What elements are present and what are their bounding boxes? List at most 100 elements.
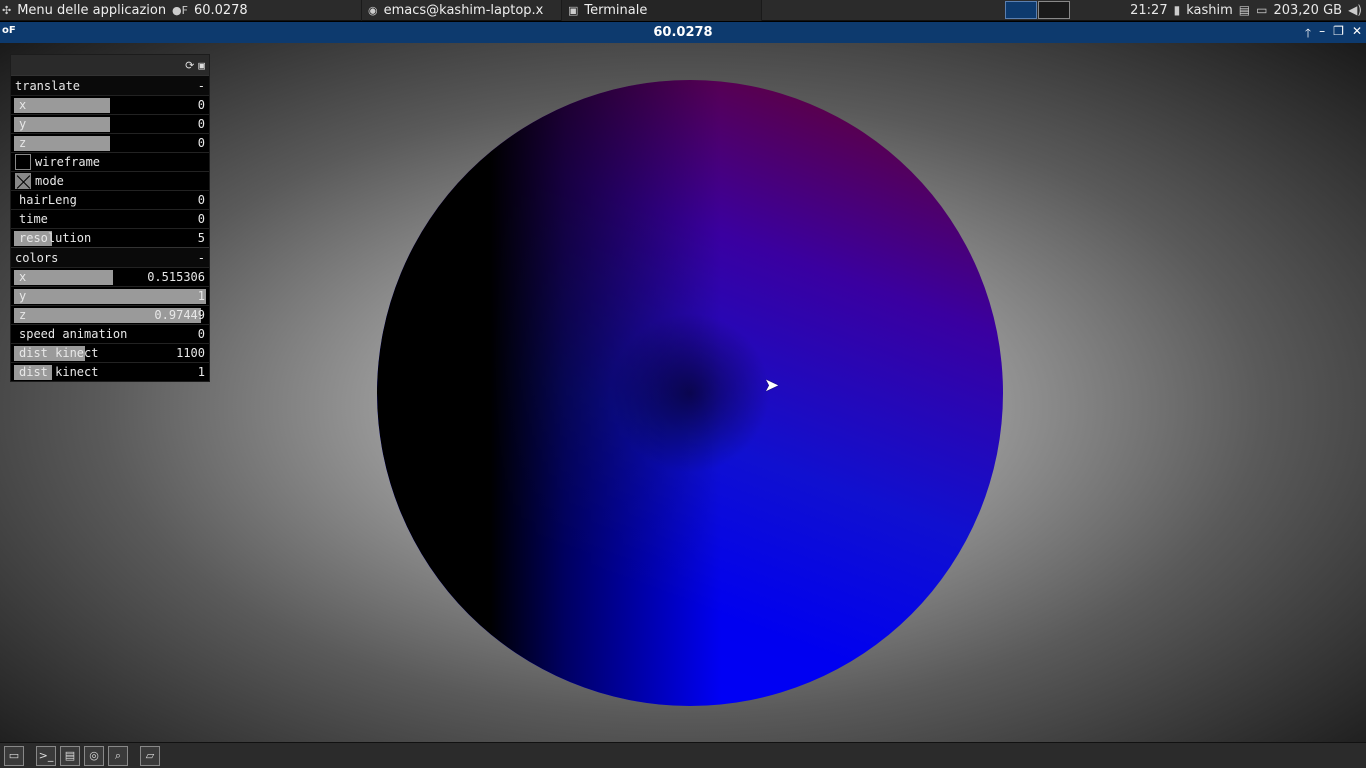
slider-fill xyxy=(14,289,206,304)
slider-label: speed animation xyxy=(19,327,128,341)
window-title: 60.0278 xyxy=(653,25,713,40)
volume-icon[interactable]: ◀) xyxy=(1348,3,1362,17)
user-name[interactable]: kashim xyxy=(1186,3,1233,18)
window-app-icon[interactable]: oF xyxy=(2,25,16,36)
slider-colors-y[interactable]: y 1 xyxy=(11,286,209,305)
slider-hairleng[interactable]: hairLeng 0 xyxy=(11,190,209,209)
slider-fill xyxy=(14,98,110,113)
browser-launcher-icon[interactable]: ◎ xyxy=(84,745,104,766)
slider-value: 0 xyxy=(197,117,205,131)
emacs-icon: ◉ xyxy=(368,3,378,17)
slider-fill xyxy=(14,270,113,285)
slider-value: 5 xyxy=(197,231,205,245)
slider-value: 1 xyxy=(197,365,205,379)
slider-fill xyxy=(14,136,110,151)
sphere-shading xyxy=(377,80,1003,706)
gui-panel: ⟳ ▣ translate - x 0 y 0 z 0 wireframe mo… xyxy=(10,54,210,382)
workspace-2[interactable] xyxy=(1038,1,1071,19)
close-icon[interactable]: ✕ xyxy=(1352,24,1362,45)
slider-value: 0.515306 xyxy=(147,270,205,284)
gui-panel-header[interactable]: ⟳ ▣ xyxy=(11,55,209,75)
slider-label: dist kinect xyxy=(19,346,99,360)
slider-label: hairLeng xyxy=(19,193,77,207)
slider-colors-x[interactable]: x 0.515306 xyxy=(11,267,209,286)
slider-label: z xyxy=(19,136,27,150)
toggle-label: mode xyxy=(35,174,64,188)
disk-free-space[interactable]: 203,20 GB xyxy=(1273,3,1342,18)
hairy-sphere-render xyxy=(377,80,1003,706)
slider-speed-animation[interactable]: speed animation 0 xyxy=(11,324,209,343)
mouse-cursor-icon: ➤ xyxy=(764,375,780,396)
workspace-1[interactable] xyxy=(1005,1,1038,19)
slider-translate-x[interactable]: x 0 xyxy=(11,95,209,114)
top-taskbar: ✣ Menu delle applicazioni ●F 60.0278 ◉ e… xyxy=(0,0,1366,21)
slider-label: dist kinect xyxy=(19,365,99,379)
window-titlebar[interactable]: oF 60.0278 🡑 – ❐ ✕ xyxy=(0,22,1366,43)
slider-colors-z[interactable]: z 0.97449 xyxy=(11,305,209,324)
taskbar-window-of[interactable]: ●F 60.0278 xyxy=(166,0,362,21)
shade-up-icon[interactable]: 🡑 xyxy=(1305,24,1311,45)
applications-menu-label: Menu delle applicazioni xyxy=(17,2,166,18)
bottom-launcher-panel: ▭ >_ ▤ ◎ ⌕ ▱ xyxy=(0,742,1366,768)
search-icon[interactable]: ⌕ xyxy=(108,745,128,766)
taskbar-window-label: 60.0278 xyxy=(193,2,248,18)
group-title: colors xyxy=(15,250,59,265)
toggle-wireframe[interactable]: wireframe xyxy=(11,152,209,171)
file-manager-launcher-icon[interactable]: ▤ xyxy=(60,745,80,766)
slider-value: 1100 xyxy=(176,346,205,360)
show-desktop-icon[interactable]: ▭ xyxy=(4,745,24,766)
refresh-icon[interactable]: ⟳ xyxy=(185,59,194,72)
toggle-label: wireframe xyxy=(35,155,101,169)
slider-value: 0 xyxy=(197,193,205,207)
slider-value: 0 xyxy=(197,212,205,226)
clock[interactable]: 21:27 xyxy=(1130,3,1167,18)
disk-icon: ▤ xyxy=(1238,3,1251,17)
collapse-icon[interactable]: - xyxy=(198,251,205,265)
checkbox-wireframe[interactable] xyxy=(15,154,31,170)
slider-value: 0 xyxy=(197,136,205,150)
slider-translate-z[interactable]: z 0 xyxy=(11,133,209,152)
terminal-icon: ▣ xyxy=(568,3,579,17)
slider-value: 0 xyxy=(197,327,205,341)
xfce-menu-icon: ✣ xyxy=(2,3,12,17)
collapse-icon[interactable]: - xyxy=(198,79,205,93)
slider-resolution[interactable]: resolution 5 xyxy=(11,228,209,247)
taskbar-window-label: Terminale xyxy=(584,2,648,18)
slider-time[interactable]: time 0 xyxy=(11,209,209,228)
taskbar-window-terminal[interactable]: ▣ Terminale xyxy=(562,0,762,21)
slider-dist-kinect-1[interactable]: dist kinect 1100 xyxy=(11,343,209,362)
render-canvas[interactable]: ➤ ⟳ ▣ translate - x 0 y 0 z 0 wireframe xyxy=(0,43,1366,742)
drive-icon: ▭ xyxy=(1256,3,1268,17)
maximize-icon[interactable]: ❐ xyxy=(1333,24,1344,45)
slider-label: x xyxy=(19,98,27,112)
slider-label: resolution xyxy=(19,231,92,245)
checkbox-mode[interactable] xyxy=(15,173,31,189)
slider-translate-y[interactable]: y 0 xyxy=(11,114,209,133)
network-signal-icon[interactable]: ▮ xyxy=(1174,3,1181,17)
slider-label: time xyxy=(19,212,48,226)
folder-icon[interactable]: ▱ xyxy=(140,745,160,766)
terminal-launcher-icon[interactable]: >_ xyxy=(36,745,56,766)
taskbar-window-emacs[interactable]: ◉ emacs@kashim-laptop.x xyxy=(362,0,562,21)
window-controls: 🡑 – ❐ ✕ xyxy=(1305,24,1362,45)
slider-label: x xyxy=(19,270,27,284)
slider-value: 0 xyxy=(197,98,205,112)
group-title: translate xyxy=(15,78,81,93)
slider-fill xyxy=(14,117,110,132)
applications-menu-button[interactable]: ✣ Menu delle applicazioni xyxy=(0,0,166,21)
slider-label: z xyxy=(19,308,27,322)
slider-dist-kinect-2[interactable]: dist kinect 1 xyxy=(11,362,209,381)
minimize-icon[interactable]: – xyxy=(1319,24,1325,45)
slider-label: y xyxy=(19,289,27,303)
group-colors-header[interactable]: colors - xyxy=(11,247,209,267)
slider-value: 1 xyxy=(197,289,205,303)
group-translate-header[interactable]: translate - xyxy=(11,75,209,95)
toggle-mode[interactable]: mode xyxy=(11,171,209,190)
taskbar-window-label: emacs@kashim-laptop.x xyxy=(383,2,544,18)
system-tray: 21:27 ▮ kashim ▤ ▭ 203,20 GB ◀) xyxy=(1130,3,1366,18)
workspace-pager xyxy=(1005,1,1071,19)
of-icon: ●F xyxy=(172,3,188,17)
slider-value: 0.97449 xyxy=(154,308,205,322)
slider-label: y xyxy=(19,117,27,131)
save-icon[interactable]: ▣ xyxy=(198,59,205,72)
